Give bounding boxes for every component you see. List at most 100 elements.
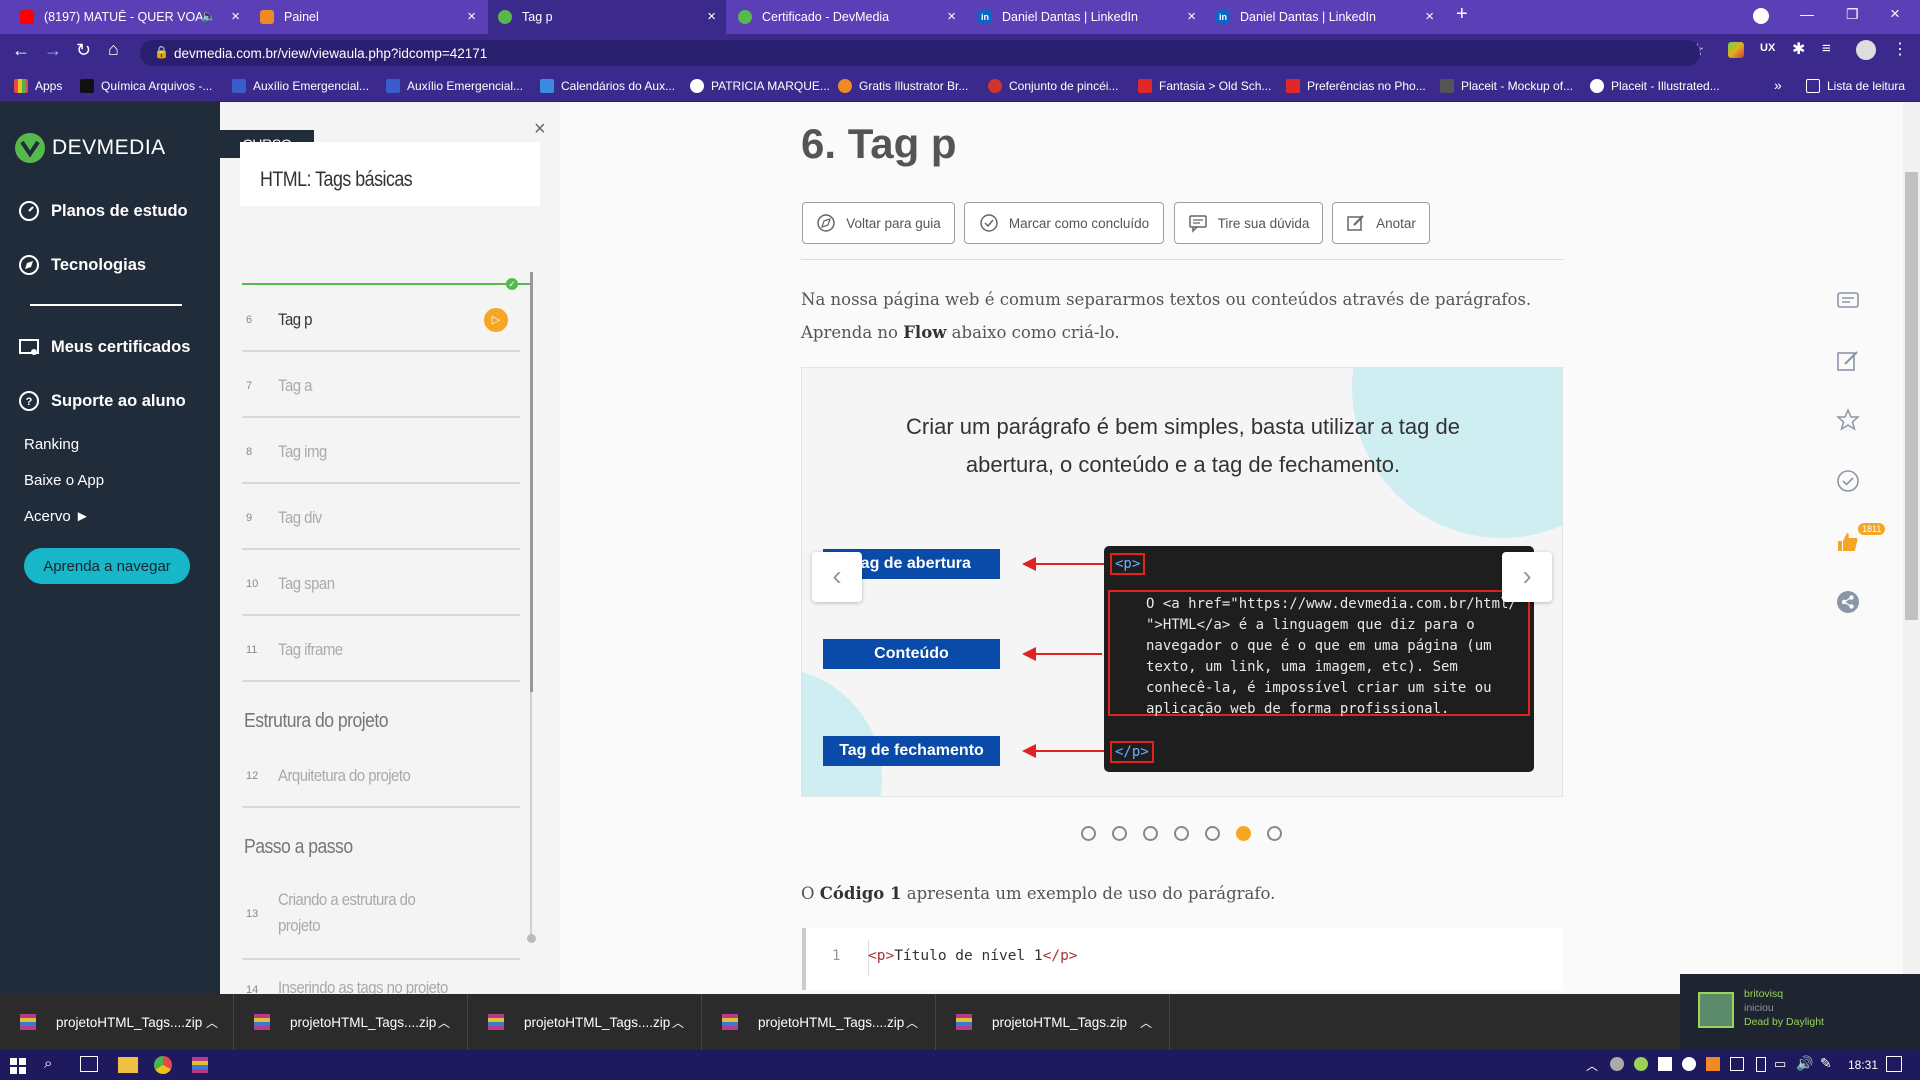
tray-chevron-icon[interactable]: ︿ (1586, 1057, 1598, 1074)
ask-question-button[interactable]: Tire sua dúvida (1174, 202, 1323, 244)
check-circle-icon[interactable] (1836, 469, 1860, 493)
tray-icon[interactable] (1706, 1057, 1720, 1071)
carousel-dot[interactable] (1174, 826, 1189, 841)
chevron-up-icon[interactable]: ︿ (206, 1014, 218, 1031)
lesson-item[interactable]: 7 Tag a (242, 352, 520, 418)
address-bar[interactable]: 🔒 devmedia.com.br/view/viewaula.php?idco… (140, 40, 1700, 66)
lesson-item[interactable]: 11 Tag iframe (242, 616, 520, 682)
volume-icon[interactable]: 🔊 (1796, 1055, 1813, 1072)
reload-icon[interactable]: ↻ (76, 40, 91, 61)
task-view-icon[interactable] (80, 1056, 98, 1072)
lesson-item-active[interactable]: 6 Tag p ▷ (242, 286, 520, 352)
tray-icon[interactable] (1634, 1057, 1648, 1071)
like-icon[interactable] (1836, 530, 1860, 554)
nav-link-ranking[interactable]: Ranking (24, 436, 79, 453)
playlist-icon[interactable]: ≡ (1822, 40, 1831, 57)
new-tab-button[interactable]: + (1456, 3, 1468, 26)
annotate-button[interactable]: Anotar (1332, 202, 1430, 244)
speaker-icon[interactable]: 🔈 (201, 9, 216, 23)
nav-link-acervo[interactable]: Acervo ► (24, 508, 90, 525)
tray-icon[interactable] (1610, 1057, 1624, 1071)
avatar[interactable] (1856, 40, 1876, 60)
bookmark-item[interactable]: Calendários do Aux... (540, 79, 675, 93)
lesson-item[interactable]: 8 Tag img (242, 418, 520, 484)
carousel-dot[interactable] (1081, 826, 1096, 841)
winrar-icon[interactable] (192, 1057, 208, 1073)
close-icon[interactable]: × (947, 9, 956, 24)
carousel-dot[interactable] (1267, 826, 1282, 841)
next-slide-button[interactable]: › (1502, 552, 1552, 602)
bookmark-item[interactable]: Auxílio Emergencial... (386, 79, 523, 93)
chevron-up-icon[interactable]: ︿ (672, 1014, 684, 1031)
chevron-up-icon[interactable]: ︿ (1140, 1014, 1152, 1031)
browser-tab[interactable]: (8197) MATUÊ - QUER VOAR 🔈 × (10, 0, 250, 34)
bookmark-item[interactable]: Placeit - Illustrated... (1590, 79, 1720, 93)
back-icon[interactable]: ← (12, 40, 30, 61)
chrome-icon[interactable] (154, 1056, 172, 1074)
bookmark-item[interactable]: Fantasia > Old Sch... (1138, 79, 1271, 93)
star-icon[interactable] (1836, 408, 1860, 432)
back-to-guide-button[interactable]: Voltar para guia (802, 202, 955, 244)
lesson-item[interactable]: 10 Tag span (242, 550, 520, 616)
browser-tab[interactable]: in Daniel Dantas | LinkedIn × (1206, 0, 1444, 34)
bookmark-item[interactable]: Placeit - Mockup of... (1440, 79, 1573, 93)
page-scrollbar-thumb[interactable] (1905, 172, 1918, 620)
bookmarks-overflow-button[interactable]: » (1774, 77, 1782, 93)
lesson-item[interactable]: 13 Criando a estrutura do projeto (242, 874, 520, 960)
reading-list-button[interactable]: Lista de leitura (1806, 79, 1905, 93)
share-icon[interactable] (1836, 590, 1860, 614)
bookmark-item[interactable]: Auxílio Emergencial... (232, 79, 369, 93)
home-icon[interactable]: ⌂ (108, 39, 119, 60)
mark-complete-button[interactable]: Marcar como concluído (964, 202, 1164, 244)
carousel-dot[interactable] (1205, 826, 1220, 841)
carousel-dot-active[interactable] (1236, 826, 1251, 841)
close-panel-icon[interactable]: × (534, 118, 546, 141)
browser-tab[interactable]: Painel × (250, 0, 486, 34)
minimize-button[interactable]: — (1800, 6, 1814, 22)
download-item[interactable]: projetoHTML_Tags.zip ︿ (936, 994, 1170, 1050)
carousel-dot[interactable] (1112, 826, 1127, 841)
download-item[interactable]: projetoHTML_Tags....zip ︿ (0, 994, 234, 1050)
download-item[interactable]: projetoHTML_Tags....zip ︿ (234, 994, 468, 1050)
restore-button[interactable]: ❐ (1846, 6, 1859, 23)
search-icon[interactable]: ⌕ (44, 1055, 52, 1072)
chevron-up-icon[interactable]: ︿ (906, 1014, 918, 1031)
browser-tab[interactable]: in Daniel Dantas | LinkedIn × (968, 0, 1206, 34)
bookmark-apps[interactable]: Apps (14, 79, 62, 93)
prev-slide-button[interactable]: ‹ (812, 552, 862, 602)
carousel-dot[interactable] (1143, 826, 1158, 841)
download-item[interactable]: projetoHTML_Tags....zip ︿ (702, 994, 936, 1050)
file-explorer-icon[interactable] (118, 1057, 138, 1073)
comments-icon[interactable] (1836, 290, 1860, 314)
lesson-item[interactable]: 14 Inserindo as tags no projeto (242, 960, 520, 994)
puzzle-icon[interactable]: ✱ (1792, 39, 1805, 59)
extension-icon[interactable] (1728, 42, 1744, 58)
tray-icon[interactable] (1730, 1057, 1744, 1071)
lesson-item[interactable]: 9 Tag div (242, 484, 520, 550)
scrollbar-handle[interactable] (527, 934, 536, 943)
ux-extension-icon[interactable]: UX (1760, 42, 1775, 54)
close-icon[interactable]: × (1425, 9, 1434, 24)
nav-item-suporte[interactable]: ? Suporte ao aluno (18, 390, 186, 412)
browser-tab-active[interactable]: Tag p × (488, 0, 726, 34)
lesson-item[interactable]: 12 Arquitetura do projeto (242, 742, 520, 808)
nav-item-tecnologias[interactable]: Tecnologias (18, 254, 146, 276)
devmedia-logo[interactable]: DEVMEDIA (14, 132, 166, 164)
close-icon[interactable]: × (467, 9, 476, 24)
forward-icon[interactable]: → (44, 40, 62, 61)
chevron-up-icon[interactable]: ︿ (438, 1014, 450, 1031)
steam-notification[interactable]: britovisq iniciou Dead by Daylight (1680, 974, 1920, 1050)
nav-item-certificados[interactable]: Meus certificados (18, 336, 190, 358)
notes-icon[interactable] (1836, 349, 1860, 373)
bookmark-item[interactable]: Gratis Illustrator Br... (838, 79, 968, 93)
notification-center-icon[interactable] (1886, 1056, 1902, 1072)
nav-item-planos[interactable]: Planos de estudo (18, 200, 188, 222)
download-item[interactable]: projetoHTML_Tags....zip ︿ (468, 994, 702, 1050)
menu-icon[interactable]: ⋮ (1892, 39, 1908, 59)
profile-menu-icon[interactable] (1753, 8, 1769, 24)
battery-icon[interactable] (1756, 1057, 1766, 1072)
clock[interactable]: 18:31 (1848, 1058, 1878, 1072)
close-icon[interactable]: × (231, 9, 240, 24)
network-icon[interactable]: ▭ (1774, 1056, 1786, 1072)
bookmark-item[interactable]: Conjunto de pincéi... (988, 79, 1118, 93)
